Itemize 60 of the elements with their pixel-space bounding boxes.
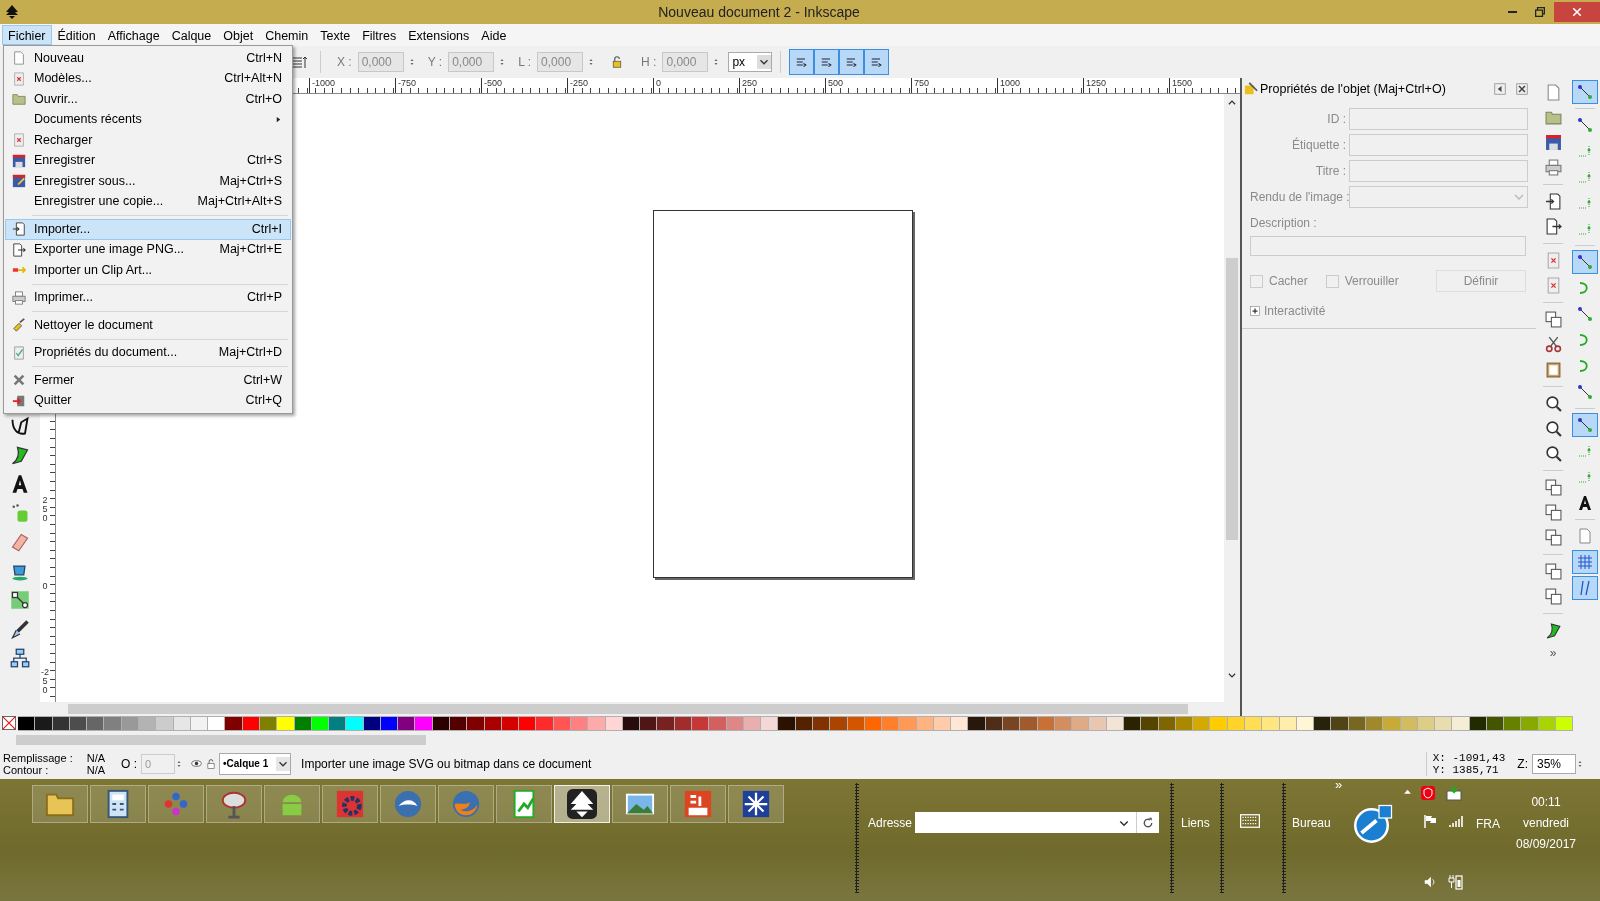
desktop-label: Bureau [1292, 815, 1331, 832]
menu-item[interactable]: Texte [314, 25, 357, 45]
field-label: X : [337, 54, 352, 71]
layer-dropdown[interactable]: •Calque 1 [219, 752, 292, 775]
clock[interactable]: 00:11 vendredi 08/09/2017 [1506, 795, 1586, 851]
menu-item[interactable]: Calque [165, 25, 218, 45]
taskbar-more-button[interactable]: » [1335, 775, 1343, 795]
field-label: Étiquette : [1290, 136, 1346, 154]
menu-item[interactable]: Aide [475, 25, 513, 45]
menu-item[interactable]: Objet [217, 25, 260, 45]
field-label: ID : [1326, 111, 1346, 128]
menu-item[interactable]: Documents récents [5, 109, 291, 130]
menu-item[interactable]: Nettoyer le document [5, 315, 291, 336]
links-label: Liens [1181, 815, 1210, 832]
menu-item[interactable]: Enregistrer une copie... Maj+Ctrl+Alt+S [5, 191, 291, 212]
window-title: Nouveau document 2 - Inkscape [657, 2, 861, 22]
stroke-label: Contour : [3, 763, 49, 776]
fill-label: Remplissage : [3, 751, 73, 764]
menu-item[interactable]: Propriétés du document... Maj+Ctrl+D [5, 342, 291, 363]
cursor-y-reading: Y: 1385,71 [1432, 763, 1500, 776]
language-indicator[interactable]: FRA [1476, 815, 1500, 833]
field-label: Titre : [1314, 163, 1346, 180]
field-label: Y : [427, 54, 443, 71]
checkbox-label: Verrouiller [1344, 273, 1399, 290]
field-label: H : [641, 54, 657, 71]
menu-item[interactable]: Chemin [259, 25, 315, 45]
menu-item[interactable]: Ouvrir... Ctrl+O [5, 89, 291, 110]
field-label: L : [518, 54, 532, 71]
menu-item[interactable]: Fichier [2, 25, 52, 45]
checkbox-label: Cacher [1269, 273, 1308, 290]
menu-item[interactable]: Filtres [356, 25, 403, 45]
panel-title: Propriétés de l'objet (Maj+Ctrl+O) [1260, 80, 1447, 98]
zoom-label: Z: [1517, 755, 1528, 773]
menu-item[interactable]: Nouveau Ctrl+N [5, 48, 291, 69]
menu-item[interactable]: Fermer Ctrl+W [5, 370, 291, 391]
cursor-x-reading: X: -1091,43 [1432, 751, 1506, 764]
ruler-label: 0 [41, 582, 49, 591]
menu-item[interactable]: Affichage [101, 25, 166, 45]
fill-value: N/A [86, 751, 106, 764]
stroke-value: N/A [86, 763, 106, 776]
unit-dropdown[interactable]: px [728, 52, 773, 72]
ruler-label: 250 [41, 496, 49, 523]
menu-item[interactable]: Importer... Ctrl+I [5, 219, 291, 240]
zoom-field[interactable]: 35% [1532, 753, 1576, 774]
menu-item[interactable]: Extensions [402, 25, 476, 45]
status-message: Importer une image SVG ou bitmap dans ce document [301, 755, 593, 773]
menu-item[interactable]: Importer un Clip Art... [5, 260, 291, 281]
opacity-label: O : [121, 755, 138, 773]
address-label: Adresse [868, 815, 913, 832]
menu-item[interactable]: Modèles... Ctrl+Alt+N [5, 68, 291, 89]
menu-item[interactable]: Imprimer... Ctrl+P [5, 287, 291, 308]
menu-item[interactable]: Recharger [5, 130, 291, 151]
ruler-label: -250 [41, 668, 49, 695]
field-label: Description : [1250, 215, 1318, 232]
menu-item[interactable]: Enregistrer sous... Maj+Ctrl+S [5, 171, 291, 192]
menu-item[interactable]: Édition [51, 25, 102, 45]
menu-item[interactable]: Quitter Ctrl+Q [5, 390, 291, 411]
more-button[interactable]: » [1549, 647, 1557, 659]
menu-item[interactable]: Exporter une image PNG... Maj+Ctrl+E [5, 239, 291, 260]
menu-item[interactable]: Enregistrer Ctrl+S [5, 150, 291, 171]
